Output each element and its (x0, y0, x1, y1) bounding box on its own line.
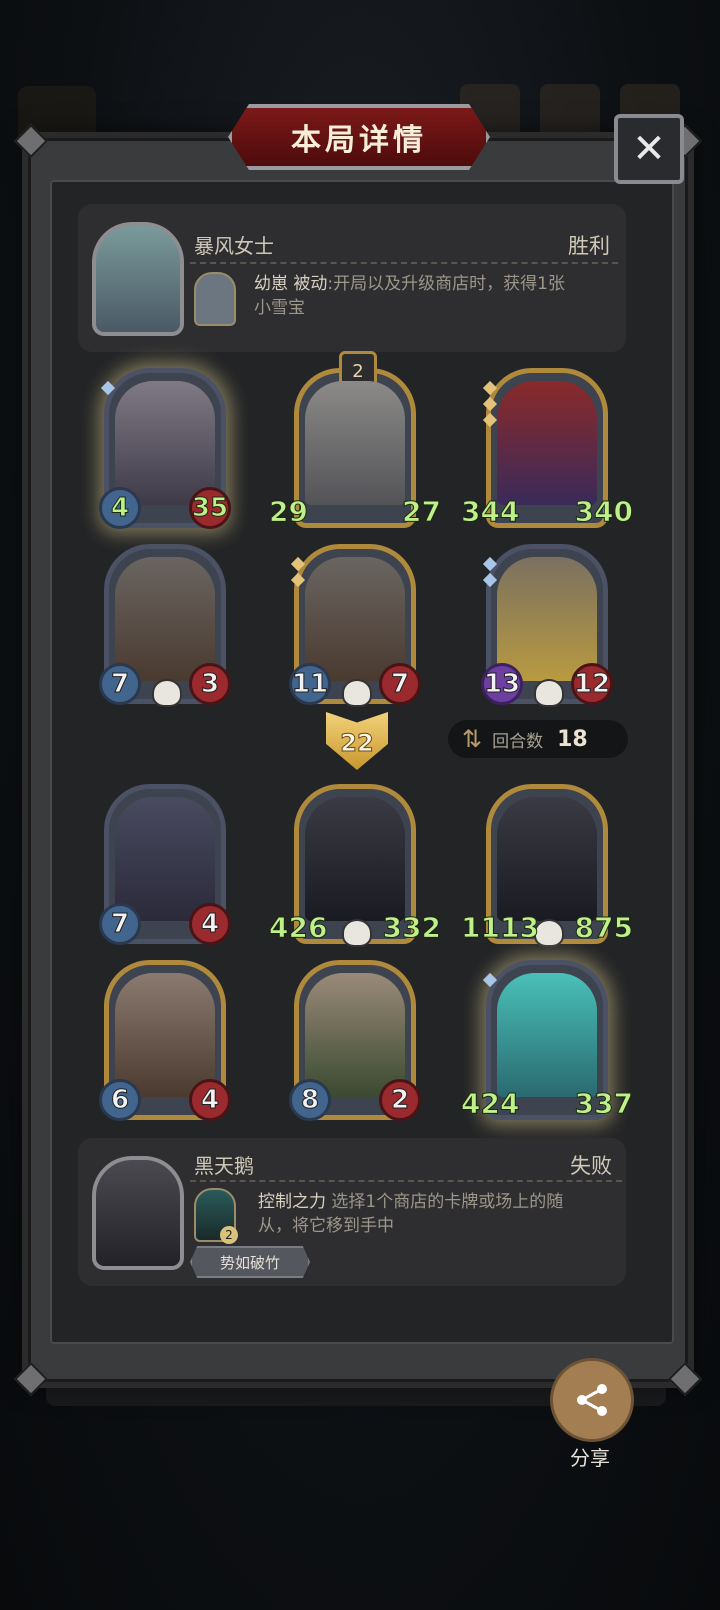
enemy-hero-skill: 控制之力 选择1个商店的卡牌或场上的随 从，将它移到手中 (258, 1190, 618, 1238)
background-gear-icon (540, 84, 600, 140)
share-icon (577, 1384, 607, 1416)
hero-power-icon[interactable]: 2 (194, 1188, 238, 1244)
attack-stat: 6 (99, 1079, 141, 1121)
health-stat: 340 (574, 494, 633, 528)
rounds-counter: ⇅ 回合数 18 (448, 720, 628, 758)
enemy-hero-portrait[interactable] (92, 1156, 184, 1270)
hero-power-icon[interactable] (194, 272, 236, 326)
attack-stat: 13 (481, 663, 523, 705)
player-minion-4[interactable]: 7 3 (99, 544, 231, 707)
health-stat: 332 (382, 910, 441, 944)
share-label: 分享 (570, 1446, 610, 1470)
attack-stat: 29 (269, 494, 309, 528)
enemy-minion-3[interactable]: 1113 875 (461, 784, 634, 947)
player-hero-box: 暴风女士 胜利 幼崽 被动:开局以及升级商店时，获得1张 小雪宝 (78, 204, 626, 352)
player-hero-name: 暴风女士 (194, 234, 274, 258)
player-minion-6[interactable]: 13 12 (481, 544, 613, 707)
attack-stat: 7 (99, 663, 141, 705)
attack-stat: 8 (289, 1079, 331, 1121)
player-minion-2[interactable]: 2 29 27 (269, 351, 441, 528)
skull-icon (342, 919, 372, 947)
swap-arrows-icon: ⇅ (462, 725, 483, 753)
health-stat: 7 (379, 663, 421, 705)
attack-stat: 426 (268, 910, 328, 944)
streak-tag: 势如破竹 (190, 1246, 310, 1278)
skill-desc-1: 选择1个商店的卡牌或场上的随 (331, 1192, 564, 1212)
health-stat: 337 (574, 1086, 633, 1120)
health-stat: 875 (574, 910, 633, 944)
skill-name: 幼崽 (254, 274, 288, 294)
player-minion-1[interactable]: 4 35 (99, 368, 231, 529)
player-minion-5[interactable]: 11 7 (289, 544, 421, 707)
enemy-minion-1[interactable]: 7 4 (99, 784, 231, 945)
enemy-minion-5[interactable]: 8 2 (289, 960, 421, 1121)
skill-type: 被动 (293, 274, 328, 294)
enemy-hero-box: 黑天鹅 失败 2 控制之力 选择1个商店的卡牌或场上的随 从，将它移到手中 (78, 1138, 626, 1286)
attack-stat: 4 (99, 487, 141, 529)
skill-desc-2: 从，将它移到手中 (258, 1216, 394, 1236)
player-result: 胜利 (568, 234, 610, 258)
tavern-level: 22 (340, 729, 374, 758)
skull-icon (342, 679, 372, 707)
attack-stat: 1113 (461, 910, 540, 944)
close-button[interactable]: ✕ (614, 114, 684, 184)
skull-icon (534, 679, 564, 707)
power-cost: 2 (220, 1226, 238, 1244)
health-stat: 2 (379, 1079, 421, 1121)
health-stat: 12 (571, 663, 613, 705)
health-stat: 4 (189, 1079, 231, 1121)
health-stat: 3 (189, 663, 231, 705)
health-stat: 35 (189, 487, 231, 529)
enemy-hero-name: 黑天鹅 (194, 1154, 254, 1178)
rounds-value: 18 (557, 726, 588, 752)
attack-stat: 424 (460, 1086, 520, 1120)
enemy-result: 失败 (570, 1154, 612, 1178)
skill-name: 控制之力 (258, 1192, 326, 1212)
rounds-label: 回合数 (492, 731, 544, 752)
share-button[interactable] (550, 1358, 634, 1442)
attack-stat: 7 (99, 903, 141, 945)
divider (190, 1180, 622, 1182)
health-stat: 4 (189, 903, 231, 945)
close-icon: ✕ (632, 126, 666, 172)
enemy-minion-4[interactable]: 6 4 (99, 960, 231, 1121)
health-stat: 27 (402, 494, 442, 528)
skill-desc-1: :开局以及升级商店时，获得1张 (327, 274, 565, 294)
divider (190, 262, 618, 264)
title-banner: 本局详情 (228, 104, 490, 170)
skull-icon (152, 679, 182, 707)
player-minion-3[interactable]: 344 340 (460, 368, 634, 528)
attack-stat: 344 (460, 494, 520, 528)
enemy-minion-6[interactable]: 424 337 (460, 960, 634, 1120)
enemy-minion-2[interactable]: 426 332 (268, 784, 442, 947)
attack-stat: 11 (289, 663, 331, 705)
player-hero-portrait[interactable] (92, 222, 184, 336)
page-title: 本局详情 (291, 123, 427, 158)
skill-desc-2: 小雪宝 (254, 298, 305, 318)
player-hero-skill: 幼崽 被动:开局以及升级商店时，获得1张 小雪宝 (254, 272, 614, 320)
